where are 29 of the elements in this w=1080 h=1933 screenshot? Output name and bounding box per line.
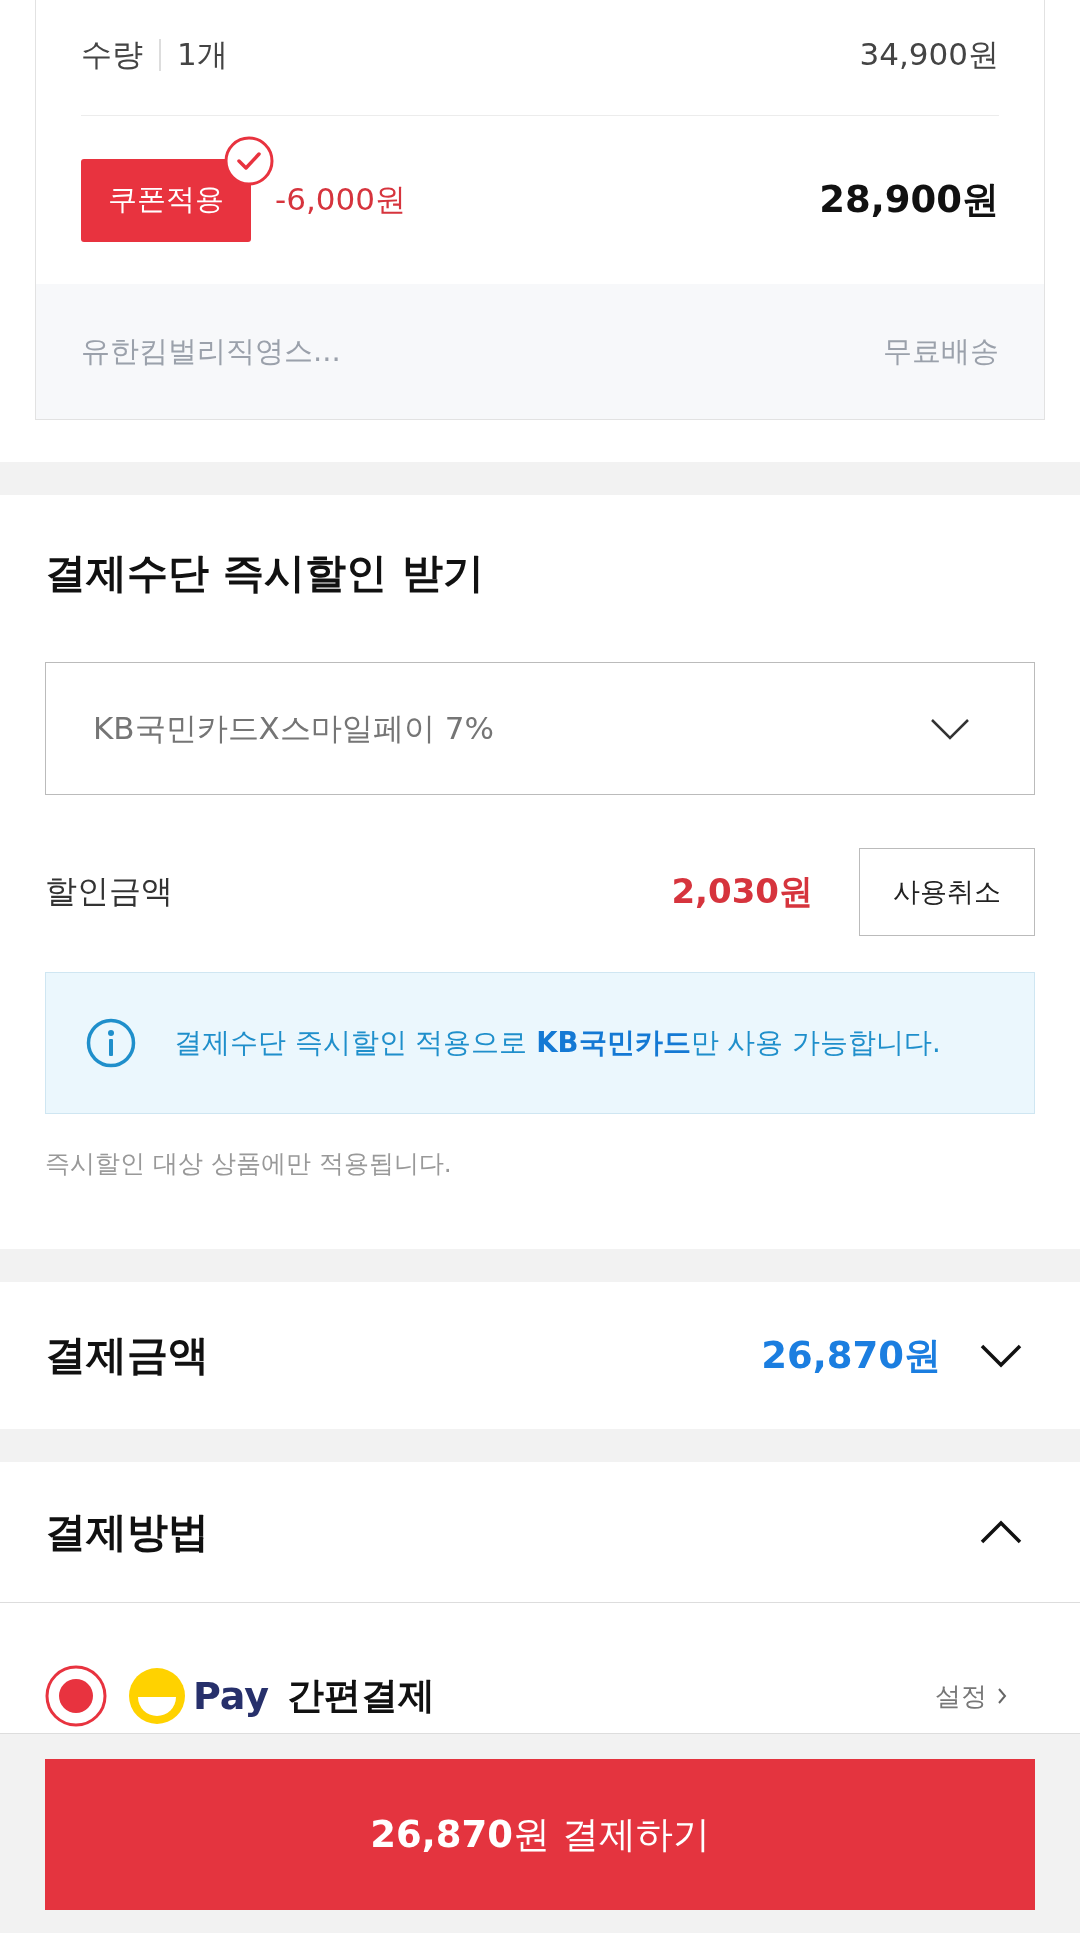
footnote-text: 즉시할인 대상 상품에만 적용됩니다. [45, 1149, 452, 1178]
settings-link[interactable]: 설정 [935, 1678, 1007, 1714]
quantity-value: 1개 [177, 34, 228, 74]
total-amount: 26,870원 [761, 1332, 941, 1379]
section-title: 결제수단 즉시할인 받기 [45, 548, 485, 599]
discount-amount: 2,030원 [671, 870, 813, 913]
quantity-label: 수량 [81, 34, 143, 74]
chevron-icon[interactable] [979, 1519, 1023, 1545]
card-select-dropdown[interactable]: KB국민카드X스마일페이 7% [45, 662, 1035, 795]
chevron-right-icon [997, 1687, 1007, 1705]
payment-method-title: 결제방법 [45, 1506, 209, 1558]
chevron-down-icon [930, 717, 970, 740]
chevron-icon[interactable] [979, 1342, 1023, 1369]
cancel-button[interactable]: 사용취소 [859, 848, 1035, 936]
shipping-fee: 무료배송 [883, 332, 999, 370]
coupon-button[interactable]: 쿠폰적용 [81, 158, 251, 242]
coupon-discount: -6,000원 [275, 180, 406, 219]
payment-option-label: 간편결제 [287, 1673, 436, 1719]
final-price: 28,900원 [819, 177, 999, 223]
seller-name: 유한킴벌리직영스... [81, 332, 341, 370]
pay-logo-text: Pay [193, 1674, 270, 1718]
smiley-logo-icon [129, 1668, 185, 1724]
item-price: 34,900원 [859, 34, 999, 74]
notice-text: 결제수단 즉시할인 적용으로 KB국민카드만 사용 가능합니다. [174, 1025, 941, 1060]
radio-button[interactable] [45, 1665, 107, 1727]
pay-button[interactable]: 26,870원 결제하기 [45, 1759, 1035, 1910]
info-icon [86, 1018, 136, 1068]
discount-label: 할인금액 [45, 871, 173, 912]
total-label: 결제금액 [45, 1330, 209, 1381]
